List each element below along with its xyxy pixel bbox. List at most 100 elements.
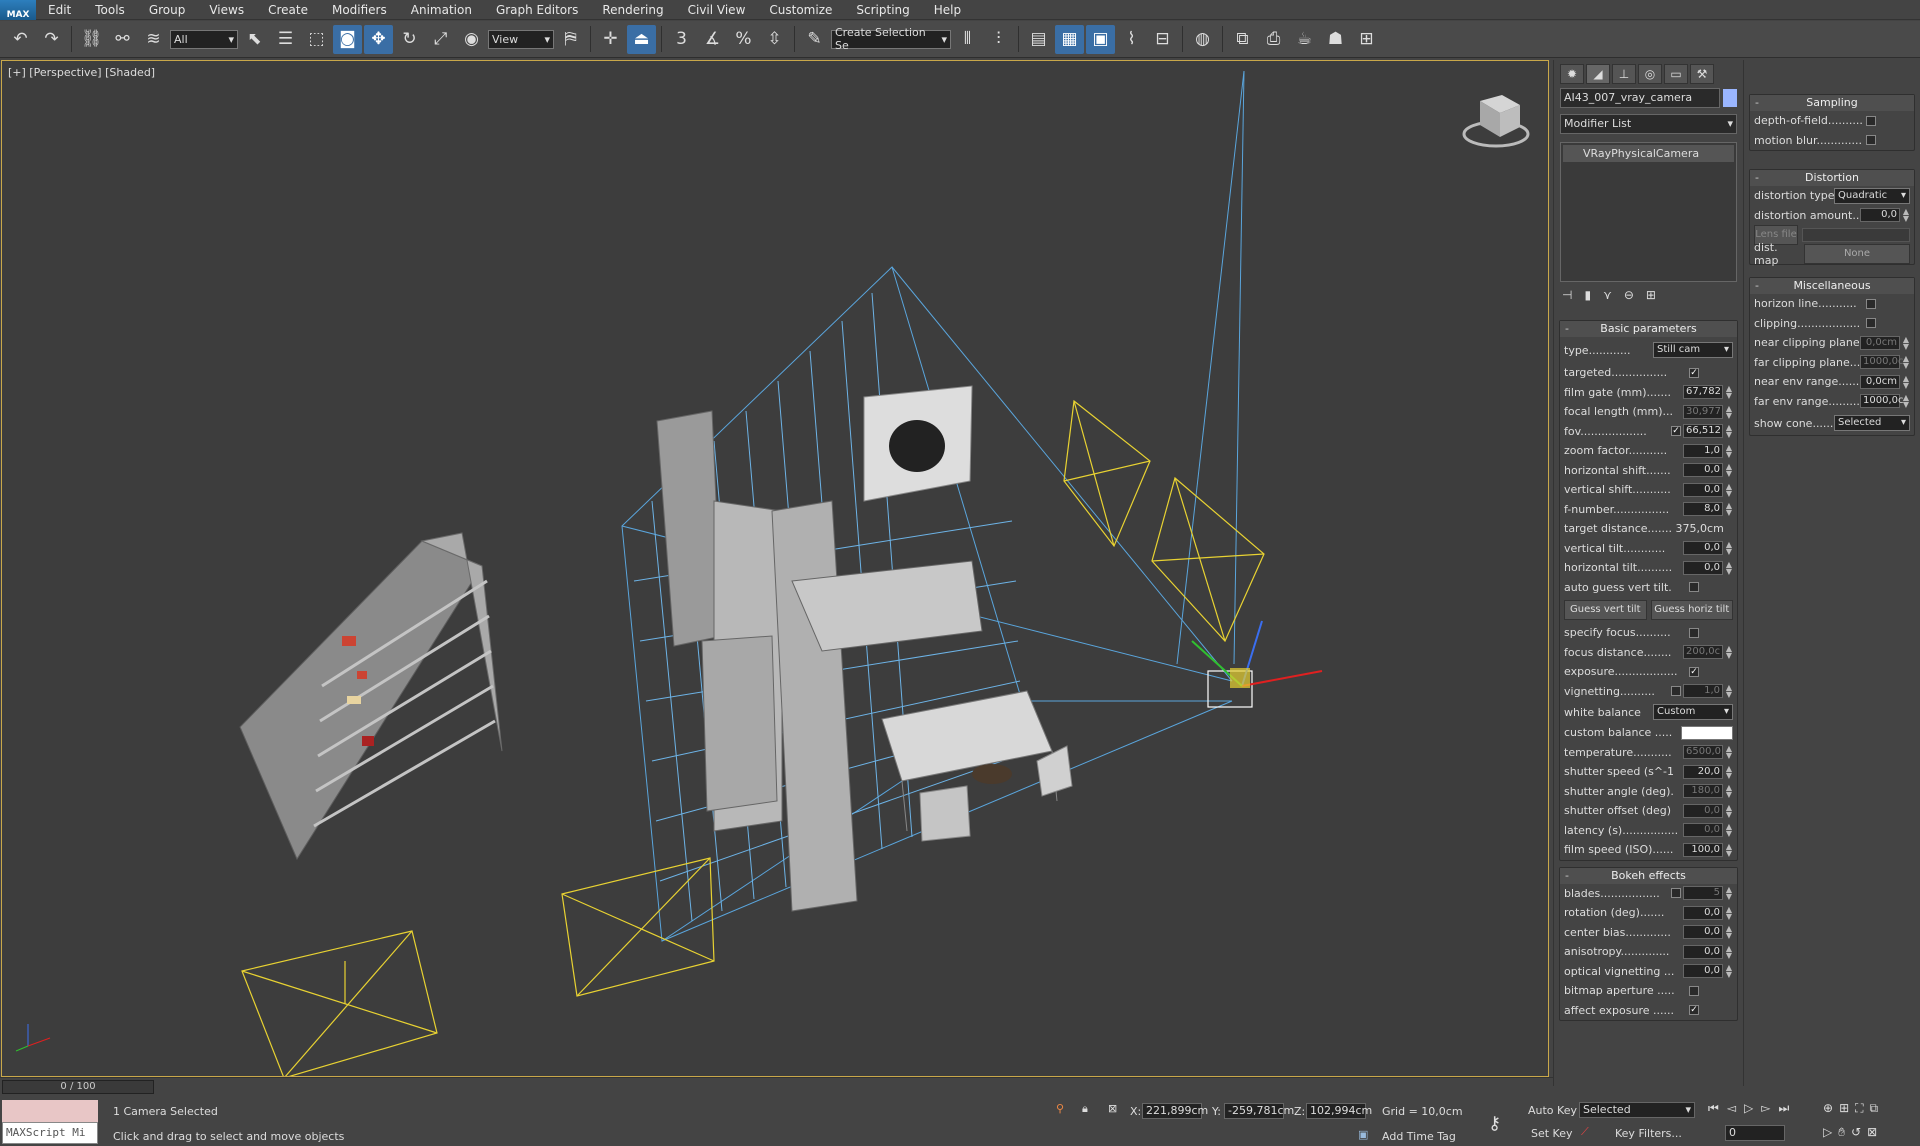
pivot-center-icon[interactable]: ⛿ <box>556 25 585 54</box>
scene-explorer-icon[interactable]: ▦ <box>1055 24 1084 54</box>
zoom-icon[interactable]: ⊕ <box>1823 1101 1833 1116</box>
spinner-icon[interactable]: ▲ ▼ <box>1725 404 1733 419</box>
cp-basic-value[interactable]: 67,782 <box>1683 385 1723 400</box>
z-coordinate-field[interactable]: 102,994cm <box>1306 1103 1372 1119</box>
rp-misc-checkbox[interactable] <box>1866 298 1876 309</box>
rectangular-selection-icon[interactable]: ⬚ <box>302 25 331 54</box>
distortion-type-dropdown[interactable]: Quadratic ▾ <box>1834 187 1910 204</box>
cp-bokeh-value[interactable]: 5 <box>1683 886 1723 901</box>
select-and-manipulate-icon[interactable]: ✛ <box>596 25 625 54</box>
field-of-view-icon[interactable]: ▷ <box>1823 1125 1832 1140</box>
current-frame-field[interactable]: 0 <box>1725 1125 1785 1141</box>
cp-basic2-value[interactable]: 200,0c <box>1683 645 1723 660</box>
guess-horiz-tilt-button[interactable]: Guess horiz tilt <box>1650 600 1733 620</box>
snaps-toggle-icon[interactable]: 3 <box>667 25 696 54</box>
redo-icon[interactable]: ↷ <box>37 25 66 54</box>
select-and-rotate-icon[interactable]: ↻ <box>395 25 424 54</box>
modifier-list-dropdown[interactable]: Modifier List ▾ <box>1560 114 1737 134</box>
select-and-scale-icon[interactable]: ⤢ <box>426 25 455 54</box>
cp-basic3-value[interactable]: 100,0 <box>1683 842 1723 857</box>
spinner-icon[interactable]: ▲ ▼ <box>1725 684 1733 699</box>
spinner-snap-icon[interactable]: ⇳ <box>760 25 789 54</box>
menu-tools[interactable]: Tools <box>83 0 137 20</box>
select-object-icon[interactable]: ⬉ <box>240 25 269 54</box>
window-crossing-icon[interactable]: ◙ <box>333 24 362 54</box>
link-icon[interactable]: ⛓ <box>77 25 106 54</box>
cp-basic2-checkbox[interactable] <box>1671 686 1681 697</box>
cp-basic-checkbox[interactable]: ✓ <box>1671 426 1681 437</box>
menu-civil-view[interactable]: Civil View <box>676 0 758 20</box>
zoom-all-icon[interactable]: ⊞ <box>1839 1101 1849 1116</box>
menu-modifiers[interactable]: Modifiers <box>320 0 399 20</box>
configure-modifier-sets-icon[interactable]: ⊞ <box>1646 288 1656 302</box>
orbit-icon[interactable]: ↺ <box>1851 1125 1861 1140</box>
cp-bokeh-checkbox[interactable] <box>1671 888 1681 899</box>
spinner-icon[interactable]: ▲ ▼ <box>1725 764 1733 779</box>
display-tab-icon[interactable]: ▭ <box>1664 64 1688 84</box>
next-frame-icon[interactable]: ▻ <box>1761 1101 1770 1116</box>
utilities-tab-icon[interactable]: ⚒ <box>1690 64 1714 84</box>
maximize-viewport-icon[interactable]: ⧉ <box>1870 1101 1879 1116</box>
spinner-icon[interactable]: ▲ ▼ <box>1725 560 1733 575</box>
select-and-move-icon[interactable]: ✥ <box>364 24 393 54</box>
cp-bokeh-checkbox[interactable]: ✓ <box>1689 1005 1699 1016</box>
spinner-icon[interactable]: ▲ ▼ <box>1725 443 1733 458</box>
mirror-icon[interactable]: ⫴ <box>953 25 982 54</box>
menu-customize[interactable]: Customize <box>757 0 844 20</box>
cp-basic3-value[interactable]: 180,0 <box>1683 784 1723 799</box>
menu-rendering[interactable]: Rendering <box>590 0 675 20</box>
cp-basic-value[interactable]: 8,0 <box>1683 502 1723 517</box>
maximize-toggle-icon[interactable]: ⊠ <box>1867 1125 1877 1140</box>
dist-map-button[interactable]: None <box>1804 244 1910 265</box>
unlink-icon[interactable]: ⚯ <box>108 25 137 54</box>
spinner-icon[interactable]: ▲ ▼ <box>1725 905 1733 920</box>
spinner-icon[interactable]: ▲ ▼ <box>1902 374 1910 389</box>
go-to-start-icon[interactable]: ⏮ <box>1708 1101 1719 1116</box>
cp-basic3-value[interactable]: 6500,0 <box>1683 745 1723 760</box>
key-icon[interactable]: ⚷ <box>1488 1113 1501 1134</box>
render-setup-icon[interactable]: ⧉ <box>1228 25 1257 54</box>
material-editor-icon[interactable]: ◍ <box>1188 25 1217 54</box>
spinner-icon[interactable]: ▲ ▼ <box>1725 944 1733 959</box>
cp-basic3-value[interactable]: 20,0 <box>1683 764 1723 779</box>
spinner-icon[interactable]: ▲ ▼ <box>1902 355 1910 370</box>
spinner-icon[interactable]: ▲ ▼ <box>1902 335 1910 350</box>
key-mode-dropdown[interactable]: Selected ▾ <box>1579 1102 1695 1118</box>
menu-create[interactable]: Create <box>256 0 320 20</box>
cp-bokeh-value[interactable]: 0,0 <box>1683 964 1723 979</box>
perspective-viewport[interactable]: [+] [Perspective] [Shaded] <box>1 60 1549 1077</box>
cp-basic-value[interactable]: 66,512 <box>1683 424 1723 439</box>
selection-lock-icon[interactable]: 🔒︎ <box>1082 1102 1088 1116</box>
pan-icon[interactable]: ✋︎ <box>1838 1125 1845 1140</box>
menu-scripting[interactable]: Scripting <box>844 0 921 20</box>
remove-modifier-icon[interactable]: ⊖ <box>1624 288 1634 302</box>
selection-filter-dropdown[interactable]: All ▾ <box>170 29 238 49</box>
set-key-button[interactable]: Set Key <box>1531 1127 1573 1140</box>
edit-named-selection-icon[interactable]: ✎ <box>800 25 829 54</box>
x-coordinate-field[interactable]: 221,899cm <box>1142 1103 1208 1119</box>
rp-misc-checkbox[interactable] <box>1866 318 1876 329</box>
cp-basic2-value[interactable]: 1,0 <box>1683 684 1723 699</box>
distortion-header[interactable]: Distortion <box>1750 170 1914 186</box>
transform-gizmo[interactable] <box>1191 620 1323 688</box>
bind-space-warp-icon[interactable]: ≋ <box>139 25 168 54</box>
custom-balance-swatch[interactable] <box>1681 725 1733 740</box>
rendered-frame-window-icon[interactable]: ⎙ <box>1259 25 1288 54</box>
go-to-end-icon[interactable]: ⏭ <box>1779 1101 1790 1116</box>
menu-edit[interactable]: Edit <box>36 0 83 20</box>
time-tag-icon[interactable]: ▣ <box>1358 1128 1368 1141</box>
render-production-icon[interactable]: ☕ <box>1290 25 1319 54</box>
spinner-icon[interactable]: ▲ ▼ <box>1725 482 1733 497</box>
spinner-icon[interactable]: ▲ ▼ <box>1725 385 1733 400</box>
show-end-result-icon[interactable]: ▮ <box>1584 288 1591 302</box>
render-toolbar-icon[interactable]: ⊞ <box>1352 25 1381 54</box>
view-cube[interactable] <box>1462 95 1530 148</box>
spinner-icon[interactable]: ▲ ▼ <box>1725 925 1733 940</box>
lens-file-path[interactable] <box>1802 227 1910 242</box>
spinner-icon[interactable]: ▲ ▼ <box>1725 886 1733 901</box>
play-icon[interactable]: ▷ <box>1744 1101 1753 1116</box>
cp-basic-value[interactable]: 0,0 <box>1683 541 1723 556</box>
cp-bokeh-value[interactable]: 0,0 <box>1683 925 1723 940</box>
cp-basic-value[interactable]: 0,0 <box>1683 463 1723 478</box>
named-selection-dropdown[interactable]: Create Selection Se ▾ <box>831 26 951 52</box>
